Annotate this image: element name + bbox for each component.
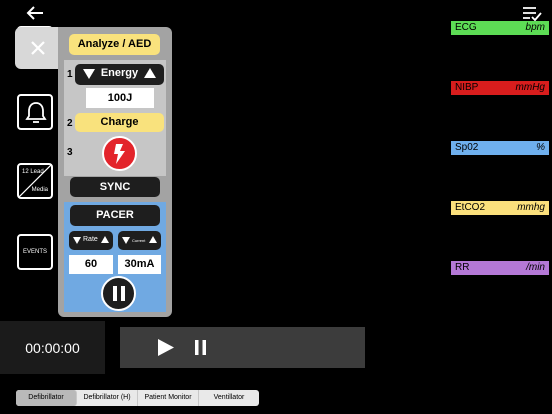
vital-spo2[interactable]: Sp02 %	[451, 141, 549, 155]
tab-defibrillator-h[interactable]: Defibrillator (H)	[77, 390, 138, 406]
step-number-1: 1	[67, 69, 73, 80]
twelve-lead-label: 12 Lead	[22, 169, 44, 175]
alarm-button[interactable]	[17, 94, 53, 130]
vital-ecg[interactable]: ECG bpm	[451, 21, 549, 35]
vital-name: RR	[455, 262, 470, 273]
energy-up-icon[interactable]	[144, 67, 156, 79]
rate-control: Rate	[69, 231, 113, 250]
pacer-button[interactable]: PACER	[70, 205, 160, 226]
energy-value: 100J	[86, 88, 154, 108]
analyze-aed-button[interactable]: Analyze / AED	[69, 34, 160, 55]
rate-label: Rate	[83, 236, 98, 243]
tab-defibrillator[interactable]: Defibrillator	[16, 390, 77, 406]
vital-etco2[interactable]: EtCO2 mmhg	[451, 201, 549, 215]
sync-button[interactable]: SYNC	[70, 177, 160, 197]
rate-value: 60	[69, 255, 113, 274]
vital-unit: %	[536, 142, 545, 153]
media-label: Media	[31, 187, 48, 193]
playback-controls	[120, 327, 365, 368]
back-arrow-icon[interactable]	[26, 5, 44, 21]
vital-name: NIBP	[455, 82, 479, 93]
current-control: Current	[118, 231, 161, 250]
vital-name: EtCO2	[455, 202, 486, 213]
vital-unit: bpm	[525, 22, 545, 33]
charge-button[interactable]: Charge	[75, 113, 164, 132]
step-number-3: 3	[67, 147, 73, 158]
pause-icon[interactable]	[195, 340, 206, 355]
current-label: Current	[132, 238, 146, 243]
list-check-icon[interactable]	[522, 6, 542, 22]
current-value: 30mA	[118, 255, 161, 274]
shock-button[interactable]	[102, 136, 137, 171]
current-down-icon[interactable]	[122, 237, 130, 245]
step-number-2: 2	[67, 118, 73, 129]
vital-name: ECG	[455, 22, 477, 33]
vital-unit: mmHg	[515, 82, 545, 93]
tab-ventillator[interactable]: Ventillator	[199, 390, 259, 406]
pacer-pause-button[interactable]	[101, 276, 136, 311]
mode-tabs: Defibrillator Defibrillator (H) Patient …	[16, 390, 259, 406]
vital-name: Sp02	[455, 142, 479, 153]
pause-icon	[113, 286, 125, 301]
events-label: EVENTS	[22, 249, 47, 255]
twelve-lead-media-button[interactable]: 12 Lead Media	[17, 163, 53, 199]
vital-unit: /min	[526, 262, 545, 273]
energy-control: Energy	[75, 64, 164, 85]
vital-rr[interactable]: RR /min	[451, 261, 549, 275]
tab-patient-monitor[interactable]: Patient Monitor	[138, 390, 199, 406]
rate-up-icon[interactable]	[101, 236, 109, 244]
close-icon	[31, 41, 45, 55]
close-button[interactable]	[15, 27, 61, 69]
lightning-icon	[114, 144, 125, 164]
events-button[interactable]: EVENTS	[17, 234, 53, 270]
vital-unit: mmhg	[517, 202, 545, 213]
timer-display: 00:00:00	[0, 321, 105, 374]
vital-nibp[interactable]: NIBP mmHg	[451, 81, 549, 95]
current-up-icon[interactable]	[149, 236, 157, 244]
play-icon[interactable]	[158, 339, 174, 356]
rate-down-icon[interactable]	[73, 237, 81, 245]
timer-text: 00:00:00	[25, 340, 80, 356]
bell-icon	[25, 102, 47, 123]
